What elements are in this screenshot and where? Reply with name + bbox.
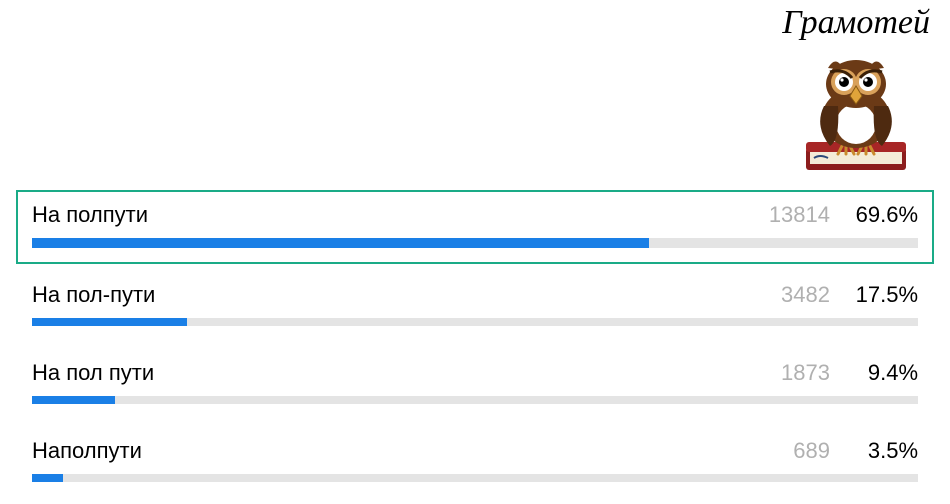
option-label: Наполпути bbox=[32, 438, 770, 464]
option-count: 1873 bbox=[770, 360, 830, 386]
option-label: На пол пути bbox=[32, 360, 770, 386]
progress-fill bbox=[32, 474, 63, 482]
brand-name: Грамотей bbox=[782, 4, 930, 42]
progress-track bbox=[32, 238, 918, 248]
option-percent: 9.4% bbox=[854, 360, 918, 386]
progress-track bbox=[32, 474, 918, 482]
poll-results: На полпути 13814 69.6% На пол-пути 3482 … bbox=[16, 190, 934, 504]
progress-fill bbox=[32, 238, 649, 248]
option-percent: 69.6% bbox=[854, 202, 918, 228]
poll-option[interactable]: На полпути 13814 69.6% bbox=[16, 190, 934, 264]
option-percent: 17.5% bbox=[854, 282, 918, 308]
option-label: На полпути bbox=[32, 202, 769, 228]
poll-option[interactable]: Наполпути 689 3.5% bbox=[16, 426, 934, 498]
poll-option[interactable]: На пол-пути 3482 17.5% bbox=[16, 270, 934, 342]
owl-on-book-icon bbox=[796, 46, 916, 176]
option-count: 3482 bbox=[770, 282, 830, 308]
option-percent: 3.5% bbox=[854, 438, 918, 464]
progress-fill bbox=[32, 396, 115, 404]
poll-option[interactable]: На пол пути 1873 9.4% bbox=[16, 348, 934, 420]
option-label: На пол-пути bbox=[32, 282, 770, 308]
progress-fill bbox=[32, 318, 187, 326]
option-count: 13814 bbox=[769, 202, 830, 228]
progress-track bbox=[32, 318, 918, 326]
option-count: 689 bbox=[770, 438, 830, 464]
brand-logo: Грамотей bbox=[782, 4, 930, 176]
progress-track bbox=[32, 396, 918, 404]
